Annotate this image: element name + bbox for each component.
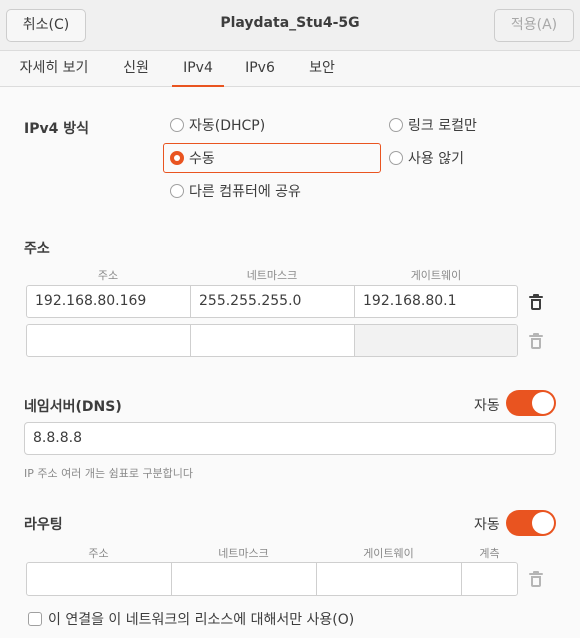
- radio-indicator[interactable]: [389, 118, 403, 132]
- column-header-netmask: 네트마스크: [246, 269, 298, 282]
- trash-can: [531, 576, 541, 587]
- trash-can: [531, 338, 541, 349]
- routing-auto-label: 자동: [474, 517, 500, 533]
- address-field[interactable]: [27, 325, 191, 356]
- column-header-gateway: 게이트웨이: [363, 547, 414, 560]
- tab-ipv6[interactable]: IPv6: [234, 51, 286, 87]
- checkbox-indicator[interactable]: [28, 612, 42, 626]
- route-address-field[interactable]: [27, 563, 172, 595]
- tab-security[interactable]: 보안: [296, 51, 348, 87]
- dns-input[interactable]: 8.8.8.8: [24, 422, 556, 455]
- toggle-knob: [532, 512, 554, 534]
- tab-bar: 자세히 보기 신원 IPv4 IPv6 보안: [0, 51, 580, 87]
- trash-lid: [529, 335, 543, 337]
- trash-icon: [529, 571, 543, 587]
- address-field[interactable]: 192.168.80.169: [27, 286, 191, 317]
- checkbox-label: 이 연결을 이 네트워크의 리소스에 대해서만 사용(O): [48, 612, 355, 628]
- radio-label: 링크 로컬만: [408, 118, 477, 134]
- column-header-address: 주소: [88, 547, 109, 560]
- column-header-address: 주소: [97, 269, 119, 282]
- gateway-field[interactable]: [355, 325, 517, 356]
- radio-indicator[interactable]: [170, 118, 184, 132]
- trash-lid: [529, 573, 543, 575]
- radio-auto-dhcp[interactable]: 자동(DHCP): [170, 112, 265, 138]
- column-header-metric: 계측: [479, 547, 500, 560]
- radio-label: 자동(DHCP): [189, 118, 266, 134]
- column-header-gateway: 게이트웨이: [410, 269, 462, 282]
- route-row: [26, 562, 518, 596]
- routing-auto-toggle[interactable]: [506, 510, 556, 536]
- apply-button[interactable]: 적용(A): [494, 9, 574, 42]
- toggle-knob: [532, 392, 554, 414]
- route-gateway-field[interactable]: [317, 563, 462, 595]
- trash-icon[interactable]: [529, 294, 543, 310]
- dns-auto-toggle[interactable]: [506, 390, 556, 416]
- gateway-field[interactable]: 192.168.80.1: [355, 286, 517, 317]
- radio-indicator-checked[interactable]: [170, 151, 184, 165]
- radio-indicator[interactable]: [389, 151, 403, 165]
- tab-identity[interactable]: 신원: [110, 51, 162, 87]
- radio-link-local[interactable]: 링크 로컬만: [389, 112, 477, 138]
- dns-hint: IP 주소 여러 개는 쉼표로 구분합니다: [24, 467, 194, 480]
- cancel-button[interactable]: 취소(C): [6, 9, 86, 42]
- netmask-field[interactable]: [191, 325, 355, 356]
- route-netmask-field[interactable]: [172, 563, 317, 595]
- column-header-netmask: 네트마스크: [218, 547, 269, 560]
- radio-manual[interactable]: 수동: [170, 145, 215, 171]
- radio-disabled[interactable]: 사용 않기: [389, 145, 464, 171]
- address-row: 192.168.80.169 255.255.255.0 192.168.80.…: [26, 285, 518, 318]
- trash-lid: [529, 296, 543, 298]
- tab-ipv4[interactable]: IPv4: [172, 51, 224, 87]
- ipv4-method-title: IPv4 방식: [24, 121, 89, 137]
- only-local-resources-checkbox[interactable]: 이 연결을 이 네트워크의 리소스에 대해서만 사용(O): [28, 609, 354, 629]
- route-metric-field[interactable]: [462, 563, 517, 595]
- dns-title: 네임서버(DNS): [24, 399, 122, 415]
- header-bar: 취소(C) Playdata_Stu4-5G 적용(A): [0, 0, 580, 51]
- tab-details[interactable]: 자세히 보기: [8, 51, 100, 87]
- routing-title: 라우팅: [24, 517, 63, 533]
- radio-shared[interactable]: 다른 컴퓨터에 공유: [170, 178, 301, 204]
- dns-auto-label: 자동: [474, 398, 500, 414]
- trash-icon: [529, 333, 543, 349]
- radio-label: 사용 않기: [408, 151, 464, 167]
- ipv4-settings-panel: IPv4 방식 자동(DHCP) 링크 로컬만 수동 사용 않기 다른 컴퓨터에…: [0, 88, 580, 638]
- window-title: Playdata_Stu4-5G: [220, 15, 360, 31]
- radio-label: 수동: [189, 151, 215, 167]
- radio-label: 다른 컴퓨터에 공유: [189, 184, 301, 200]
- address-row-empty: [26, 324, 518, 357]
- trash-can: [531, 299, 541, 310]
- netmask-field[interactable]: 255.255.255.0: [191, 286, 355, 317]
- addresses-title: 주소: [24, 241, 50, 257]
- radio-indicator[interactable]: [170, 184, 184, 198]
